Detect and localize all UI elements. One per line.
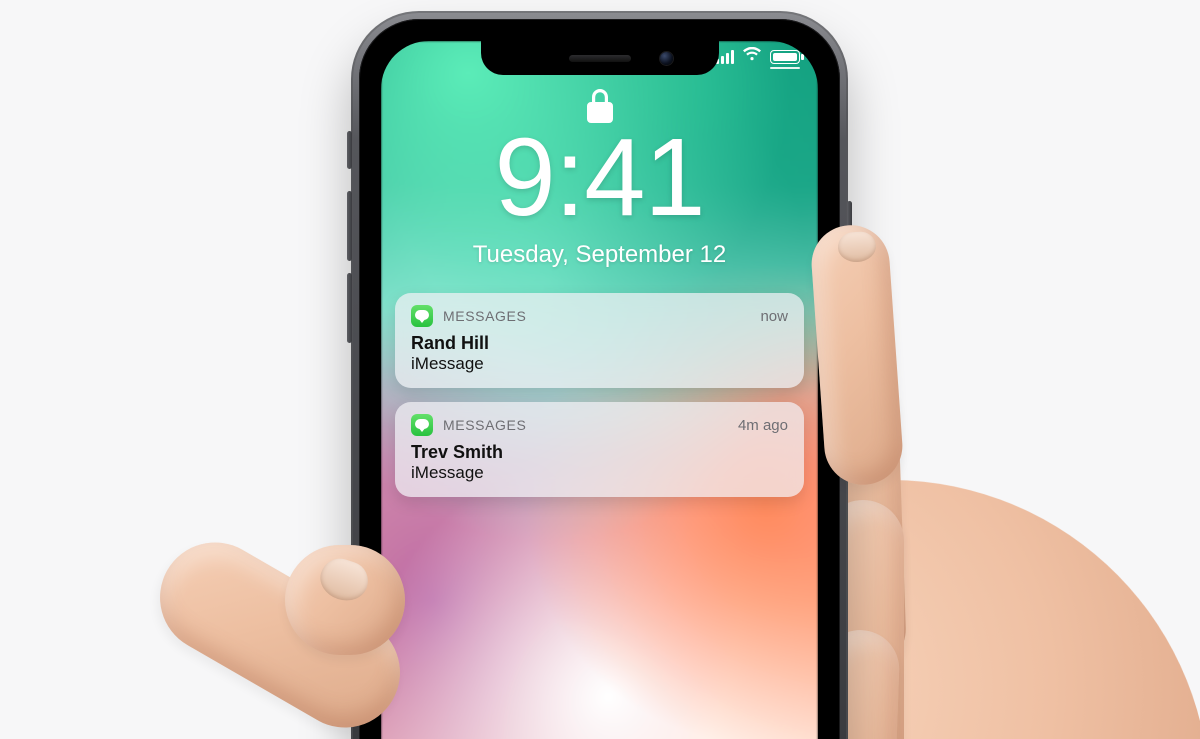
volume-down-button[interactable]	[347, 273, 352, 343]
lock-screen-date: Tuesday, September 12	[381, 241, 818, 269]
battery-icon	[770, 50, 800, 64]
battery-underline	[770, 67, 800, 69]
mute-switch[interactable]	[347, 131, 352, 169]
lock-screen-time: 9:41	[381, 123, 818, 233]
wifi-icon	[742, 47, 762, 66]
notification-timestamp: now	[760, 308, 788, 325]
notification-body: iMessage	[411, 463, 788, 483]
messages-app-icon	[411, 414, 433, 436]
phone-bezel: 9:41 Tuesday, September 12 MESSAGES now …	[359, 19, 840, 739]
side-button[interactable]	[847, 201, 852, 311]
notification-card[interactable]: MESSAGES 4m ago Trev Smith iMessage	[395, 402, 804, 497]
notification-sender: Rand Hill	[411, 333, 788, 354]
notification-app-label: MESSAGES	[443, 417, 526, 433]
notification-timestamp: 4m ago	[738, 417, 788, 434]
status-bar	[716, 47, 800, 66]
iphone-device-frame: 9:41 Tuesday, September 12 MESSAGES now …	[351, 11, 848, 739]
display-notch	[481, 41, 719, 75]
volume-up-button[interactable]	[347, 191, 352, 261]
notification-list: MESSAGES now Rand Hill iMessage MESSAGES…	[395, 293, 804, 497]
earpiece-speaker	[569, 55, 631, 62]
notification-sender: Trev Smith	[411, 442, 788, 463]
front-camera	[660, 52, 673, 65]
messages-app-icon	[411, 305, 433, 327]
lock-screen[interactable]: 9:41 Tuesday, September 12 MESSAGES now …	[381, 41, 818, 739]
notification-card[interactable]: MESSAGES now Rand Hill iMessage	[395, 293, 804, 388]
notification-app-label: MESSAGES	[443, 308, 526, 324]
cellular-signal-icon	[716, 50, 734, 64]
notification-body: iMessage	[411, 354, 788, 374]
